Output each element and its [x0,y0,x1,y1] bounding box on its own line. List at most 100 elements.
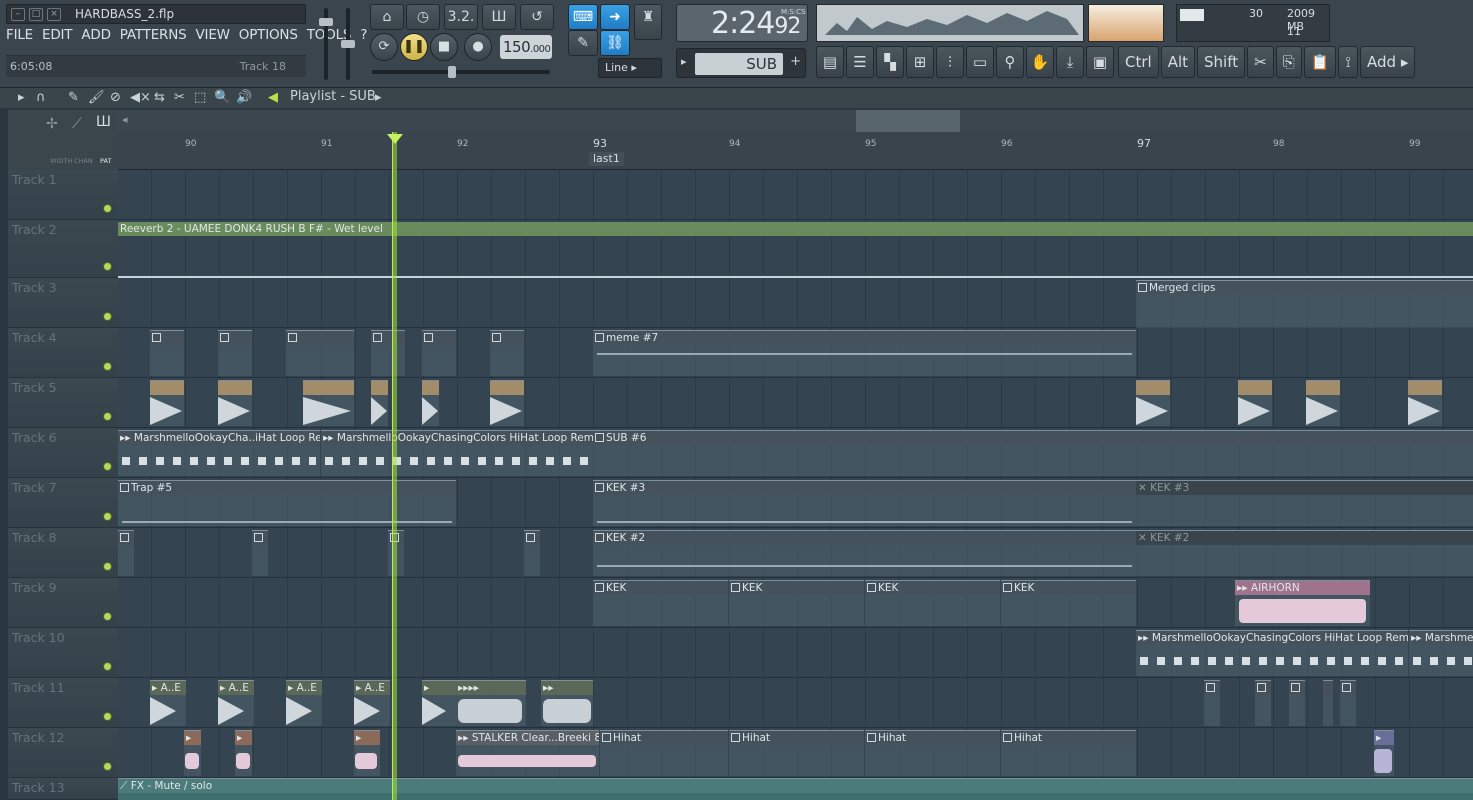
playhead[interactable] [392,132,397,800]
playlist-icon[interactable]: ▤ [816,46,844,78]
track-header[interactable]: Track 3 [8,278,118,328]
track-header[interactable]: Track 1 [8,170,118,220]
pattern-clip[interactable]: KEK [729,580,864,626]
muted-pattern-clip[interactable]: ✕ KEK #2 [1136,530,1473,576]
menu-add[interactable]: ADD [81,27,111,49]
master-volume-knob[interactable] [319,18,333,26]
timeline-ruler[interactable]: 90 91 92 93 94 95 96 97 98 99 last1 [118,132,1473,170]
track-header[interactable]: Track 2 [8,220,118,278]
audio-clip[interactable]: ▸▸ STALKER Clear...Breeki 8bit # [456,730,599,776]
pattern-clip[interactable] [1204,680,1220,726]
pattern-clip[interactable] [252,530,268,576]
pattern-icon[interactable]: ⊞ [906,46,934,78]
mute-icon[interactable] [103,262,112,271]
pattern-clip[interactable]: Hihat [600,730,728,776]
stamp-icon[interactable]: ♜ [634,4,662,40]
playlist-overview-scrollbar[interactable]: ◂ [118,110,1473,132]
stop-button[interactable]: ■ [430,33,458,61]
magnet-icon[interactable]: ∩ [36,90,46,105]
audio-clip[interactable]: ▸ [422,680,456,726]
audio-clip[interactable]: ▸▸ MarshmelloOokayChasingColors HiHat Lo… [321,430,593,476]
maximize-icon[interactable]: □ [29,8,43,21]
audio-clip[interactable] [490,380,524,426]
pattern-clip[interactable] [1323,680,1333,726]
pattern-clip[interactable]: Hihat [1001,730,1136,776]
pattern-clip[interactable]: meme #7 [593,330,1136,376]
audio-clip[interactable]: ▸ A..E [354,680,390,726]
typing-keyboard-icon[interactable]: ⌨ [568,4,598,30]
wait-record-icon[interactable]: ◷ [406,4,440,30]
timeline-marker[interactable]: last1 [589,152,624,166]
close-icon[interactable]: × [47,8,61,21]
copy-icon[interactable]: ⎘ [1275,46,1302,78]
track-header[interactable]: Track 12 [8,728,118,778]
slice-tool-icon[interactable]: ✂ [174,90,185,105]
options-arrow-icon[interactable]: ▸ [18,90,25,105]
track-lane[interactable] [118,170,1473,220]
audio-clip[interactable] [1408,380,1442,426]
master-pitch-knob[interactable] [341,40,355,48]
pattern-clip[interactable]: Hihat [729,730,864,776]
prev-pattern-icon[interactable]: ▸ [681,55,687,68]
countdown-icon[interactable]: 3.2. [444,4,478,30]
metronome-tick-icon[interactable]: ⟟ [1338,46,1358,78]
pattern-clip[interactable] [1340,680,1356,726]
pattern-clip[interactable]: KEK [865,580,1000,626]
zoom-tool-icon[interactable]: 🔍 [214,90,230,105]
audio-clip[interactable]: ▸ A..E [218,680,254,726]
automation-clip[interactable]: Reeverb 2 - UAMEE DONK4 RUSH B F# - Wet … [118,222,1473,278]
audio-clip[interactable] [1136,380,1170,426]
pattern-clip[interactable]: Trap #5 [118,480,456,526]
audio-clip[interactable]: ▸ [184,730,201,776]
pattern-clip[interactable] [1255,680,1271,726]
pattern-clip[interactable]: KEK [593,580,728,626]
pattern-clip[interactable] [218,330,252,376]
pattern-clip[interactable] [490,330,524,376]
title-arrow-icon[interactable]: ▸ [375,90,382,105]
mute-icon[interactable] [103,462,112,471]
loop-record-icon[interactable]: ↺ [520,4,554,30]
master-pitch-slider-knob[interactable] [448,66,456,78]
paint-tool-icon[interactable]: 🖌 [88,90,105,105]
audio-clip[interactable]: ▸▸ [541,680,593,726]
mute-icon[interactable] [103,762,112,771]
pattern-clip[interactable] [286,330,354,376]
mute-icon[interactable] [103,204,112,213]
audio-clip[interactable]: ▸ A..E [150,680,186,726]
mute-icon[interactable] [103,612,112,621]
slip-tool-icon[interactable]: ⇆ [154,90,165,105]
project-info-icon[interactable]: ▣ [1086,46,1114,78]
track-header[interactable]: Track 9 [8,578,118,628]
track-header[interactable]: Track 11 [8,678,118,728]
menu-file[interactable]: FILE [6,27,33,49]
step-icon[interactable]: ✢ [46,116,58,132]
track-header[interactable]: Track 4 [8,328,118,378]
track-header[interactable]: Track 7 [8,478,118,528]
audio-clip[interactable]: ▸ A..E [286,680,322,726]
add-pattern-icon[interactable]: + [790,54,801,69]
mute-icon[interactable] [103,412,112,421]
pattern-clip[interactable] [1289,680,1305,726]
pattern-clip[interactable] [524,530,540,576]
menu-patterns[interactable]: PATTERNS [120,27,187,49]
pattern-clip[interactable] [150,330,184,376]
paste-icon[interactable]: 📋 [1303,46,1337,78]
menu-edit[interactable]: EDIT [42,27,73,49]
pattern-clip[interactable] [422,330,456,376]
playhead-marker-icon[interactable] [387,134,403,144]
mute-icon[interactable] [103,662,112,671]
pattern-clip[interactable]: Merged clips [1136,280,1473,328]
draw-tool-icon[interactable]: ✎ [68,90,79,105]
delete-tool-icon[interactable]: ⊘ [110,90,121,105]
overview-viewport[interactable] [856,110,960,132]
pause-button[interactable]: ❚❚ [400,33,428,61]
track-header[interactable]: Track 8 [8,528,118,578]
master-pitch-slider[interactable] [372,70,550,74]
mute-icon[interactable] [103,512,112,521]
audio-clip[interactable] [371,380,388,426]
audio-clip[interactable] [1306,380,1340,426]
mute-icon[interactable] [103,562,112,571]
arrow-right-icon[interactable]: ➜ [600,4,630,30]
loop-mode-icon[interactable]: ⟳ [370,33,398,61]
shift-key-button[interactable]: Shift [1197,46,1246,78]
